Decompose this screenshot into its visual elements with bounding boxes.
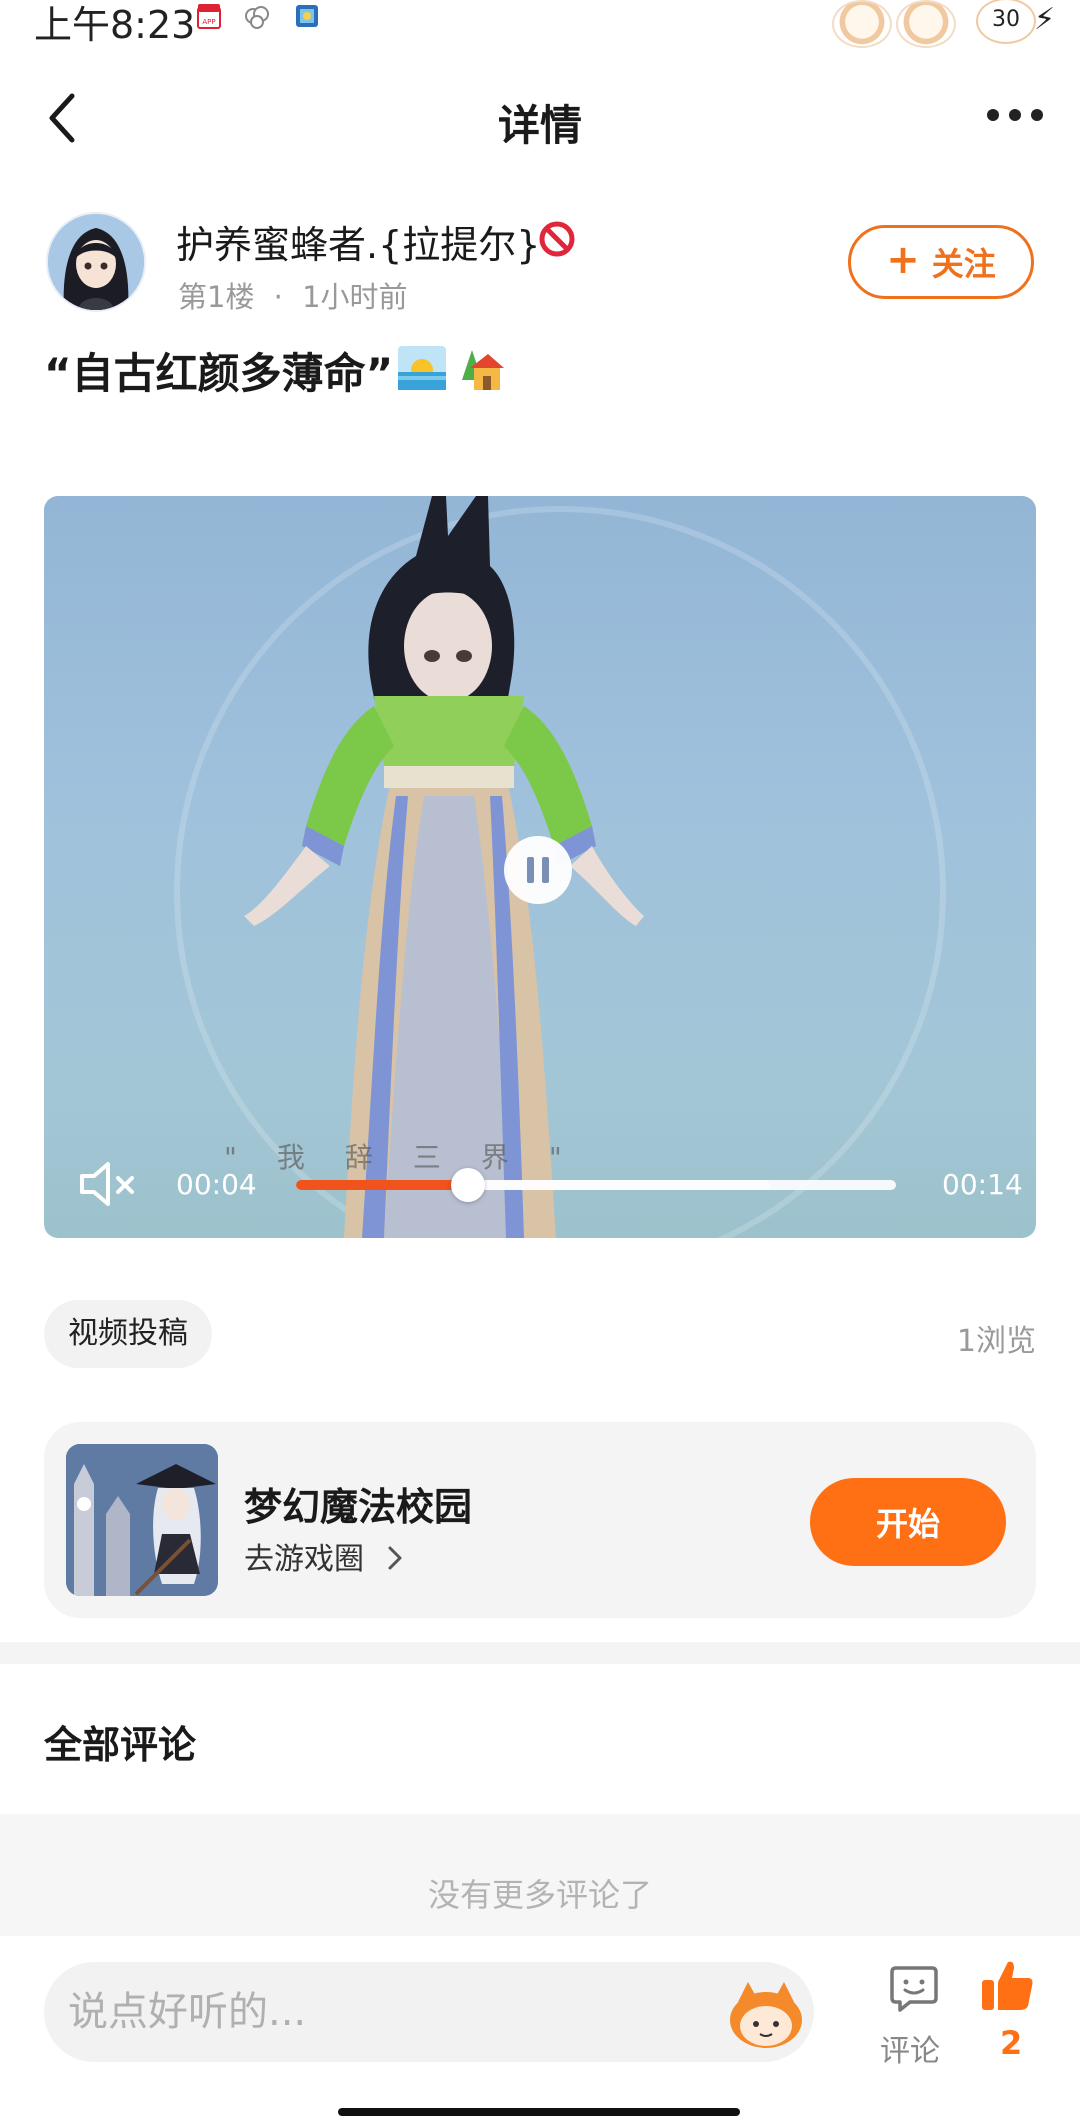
chevron-right-icon <box>388 1546 402 1570</box>
game-card[interactable]: 梦幻魔法校园 去游戏圈 开始 <box>44 1422 1036 1618</box>
app-store-icon: APP <box>196 2 222 30</box>
progress-thumb[interactable] <box>450 1168 485 1202</box>
game-name: 梦幻魔法校园 <box>244 1485 473 1529</box>
post-title: “自古红颜多薄命” <box>44 349 394 398</box>
status-time: 上午8:23 <box>34 3 196 47</box>
comment-icon[interactable] <box>888 1962 940 2014</box>
game-circle-label: 去游戏圈 <box>244 1542 364 1577</box>
svg-text:APP: APP <box>202 18 215 26</box>
floor-label: 第1楼 <box>178 280 255 314</box>
avatar-icon <box>832 0 892 48</box>
page-title: 详情 <box>497 101 582 150</box>
video-subtitle: "我辞三界" <box>224 1141 602 1174</box>
follow-label: 关注 <box>931 245 996 283</box>
avatar-icon <box>896 0 956 48</box>
comments-header: 全部评论 <box>44 1723 197 1767</box>
plus-icon: + <box>886 237 920 283</box>
game-circle-link[interactable]: 去游戏圈 <box>244 1534 406 1578</box>
progress-bar[interactable] <box>296 1168 896 1202</box>
prohibited-icon <box>538 220 576 258</box>
no-more-comments: 没有更多评论了 <box>427 1876 652 1914</box>
sunrise-emoji-icon <box>398 346 446 390</box>
mascot-emoji-icon[interactable] <box>724 1980 808 2052</box>
more-button[interactable] <box>980 100 1050 130</box>
pause-button[interactable] <box>504 836 572 904</box>
current-time: 00:04 <box>176 1168 257 1201</box>
pause-icon <box>527 857 534 883</box>
like-count: 2 <box>1000 2024 1023 2062</box>
tag-video-submission[interactable]: 视频投稿 <box>44 1300 212 1368</box>
comment-input[interactable]: 说点好听的... <box>44 1962 814 2062</box>
gallery-icon <box>294 2 320 30</box>
comment-label: 评论 <box>880 2034 940 2069</box>
house-emoji-icon <box>452 344 504 392</box>
mute-button[interactable] <box>78 1156 140 1212</box>
more-dots-icon <box>987 109 1043 121</box>
post-meta: 第1楼 · 1小时前 <box>178 274 408 316</box>
view-count: 1浏览 <box>956 1324 1036 1359</box>
anime-girl-avatar-image <box>48 214 144 310</box>
speaker-muted-icon <box>80 1162 134 1206</box>
cloud-icon <box>244 2 270 30</box>
follow-button[interactable]: + 关注 <box>848 225 1034 299</box>
charging-icon: ⚡ <box>1034 2 1056 37</box>
game-cover-image[interactable] <box>66 1444 218 1596</box>
video-player[interactable]: "我辞三界" 00:04 00:14 <box>44 496 1036 1238</box>
total-time: 00:14 <box>942 1168 1023 1201</box>
dot-separator: · <box>273 280 283 314</box>
author-name[interactable]: 护养蜜蜂者.{拉提尔} <box>176 214 540 269</box>
status-bar: 上午8:23 APP 30 ⚡ <box>0 0 1080 48</box>
battery-indicator: 30 <box>976 0 1036 44</box>
progress-played <box>296 1180 468 1190</box>
start-game-button[interactable]: 开始 <box>810 1478 1006 1566</box>
time-ago: 1小时前 <box>302 280 408 314</box>
thumbs-up-icon[interactable] <box>980 1958 1034 2014</box>
author-avatar[interactable] <box>46 212 146 312</box>
section-divider <box>0 1642 1080 1664</box>
